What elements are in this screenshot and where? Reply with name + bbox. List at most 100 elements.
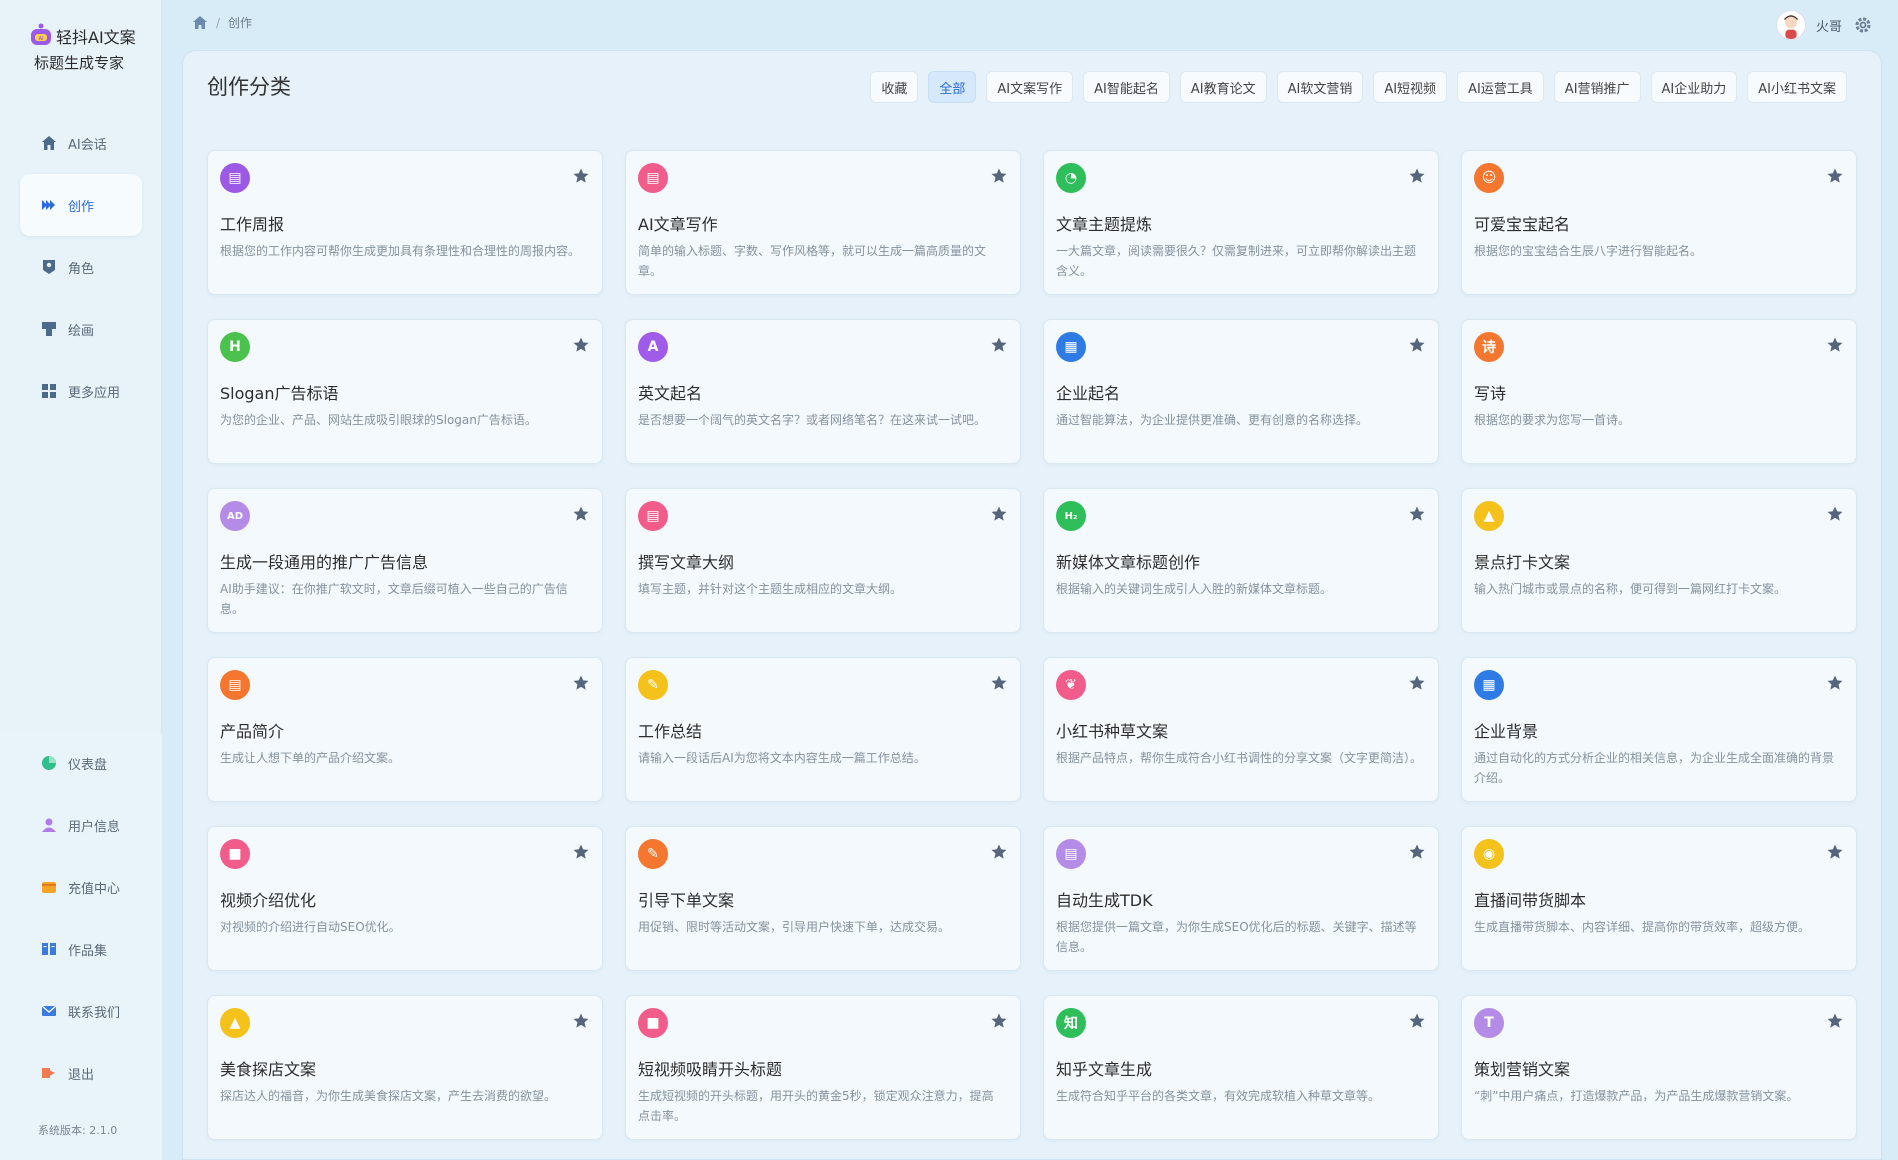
robot-logo-icon: AI: [31, 23, 51, 45]
star-icon[interactable]: [990, 843, 1008, 861]
filter-chip[interactable]: 全部: [928, 71, 977, 103]
page-title: 创作分类: [207, 75, 291, 99]
filter-chip[interactable]: AI文案写作: [986, 71, 1074, 103]
star-icon[interactable]: [572, 1012, 590, 1030]
star-icon[interactable]: [1408, 505, 1426, 523]
creation-card[interactable]: ▲ 景点打卡文案 输入热门城市或景点的名称，便可得到一篇网红打卡文案。: [1461, 488, 1857, 633]
creation-card[interactable]: ▦ 企业背景 通过自动化的方式分析企业的相关信息，为企业生成全面准确的背景介绍。: [1461, 657, 1857, 802]
card-description: 根据您的工作内容可帮你生成更加具有条理性和合理性的周报内容。: [220, 244, 581, 258]
star-icon[interactable]: [572, 336, 590, 354]
category-filters: 收藏 全部 AI文案写作 AI智能起名 AI教育论文 AI软文营销 AI短视频 AI运营工具 A…: [860, 71, 1847, 103]
creation-card[interactable]: H Slogan广告标语 为您的企业、产品、网站生成吸引眼球的Slogan广告标语。: [207, 319, 603, 464]
filter-chip[interactable]: AI营销推广: [1553, 71, 1641, 103]
slogan-icon: H: [220, 332, 250, 362]
dashboard-icon: [40, 754, 58, 772]
star-icon[interactable]: [1826, 336, 1844, 354]
star-icon[interactable]: [572, 843, 590, 861]
filter-chip[interactable]: AI软文营销: [1276, 71, 1364, 103]
star-icon[interactable]: [1826, 1012, 1844, 1030]
heading-icon: H₂: [1056, 501, 1086, 531]
card-title: Slogan广告标语: [220, 384, 339, 403]
star-icon[interactable]: [1826, 505, 1844, 523]
nav-item-apps[interactable]: 更多应用: [20, 360, 142, 422]
star-icon[interactable]: [1408, 1012, 1426, 1030]
gear-icon[interactable]: [1854, 16, 1872, 34]
nav-item-dashboard[interactable]: 仪表盘: [20, 732, 142, 794]
nav-item-label: 创作: [68, 199, 95, 215]
home-icon[interactable]: [192, 15, 208, 30]
star-icon[interactable]: [572, 674, 590, 692]
nav-item-logout[interactable]: 退出: [20, 1042, 142, 1104]
creation-card[interactable]: ❦ 小红书种草文案 根据产品特点，帮你生成符合小红书调性的分享文案（文字更简洁）。: [1043, 657, 1439, 802]
star-icon[interactable]: [1826, 843, 1844, 861]
filter-chip[interactable]: AI短视频: [1373, 71, 1448, 103]
nav-item-user[interactable]: 用户信息: [20, 794, 142, 856]
star-icon[interactable]: [572, 167, 590, 185]
filter-chip[interactable]: AI运营工具: [1457, 71, 1544, 103]
creation-card[interactable]: ◉ 直播间带货脚本 生成直播带货脚本、内容详细、提高你的带货效率，超级方便。: [1461, 826, 1857, 971]
nav-item-label: 用户信息: [68, 819, 121, 835]
user-name[interactable]: 火哥: [1816, 16, 1842, 35]
app-logo[interactable]: AI 轻抖AI文案 标题生成专家: [24, 18, 154, 78]
filter-chip[interactable]: AI教育论文: [1179, 71, 1267, 103]
star-icon[interactable]: [990, 167, 1008, 185]
star-icon[interactable]: [1408, 843, 1426, 861]
creation-card[interactable]: ✎ 引导下单文案 用促销、限时等活动文案，引导用户快速下单，达成交易。: [625, 826, 1021, 971]
filter-chip[interactable]: AI企业助力: [1650, 71, 1738, 103]
nav-item-wallet[interactable]: 充值中心: [20, 856, 142, 918]
card-title: 工作周报: [220, 215, 285, 234]
nav-item-book[interactable]: 作品集: [20, 918, 142, 980]
creation-card[interactable]: T 策划营销文案 “刺”中用户痛点，打造爆款产品，为产品生成爆款营销文案。: [1461, 995, 1857, 1140]
card-grid: ▤ 工作周报 根据您的工作内容可帮你生成更加具有条理性和合理性的周报内容。 ▤ AI文章…: [207, 150, 1857, 1140]
card-description: 请输入一段话后AI为您将文本内容生成一篇工作总结。: [638, 751, 926, 765]
star-icon[interactable]: [1408, 336, 1426, 354]
star-icon[interactable]: [990, 1012, 1008, 1030]
creation-card[interactable]: 诗写诗 根据您的要求为您写一首诗。: [1461, 319, 1857, 464]
star-icon[interactable]: [1408, 674, 1426, 692]
user-area: 火哥: [1775, 10, 1872, 40]
video-icon: ■: [220, 839, 250, 869]
creation-card[interactable]: AD 生成一段通用的推广广告信息 AI助手建议：在你推广软文时，文章后缀可植入一些自…: [207, 488, 603, 633]
nav-item-role[interactable]: 角色: [20, 236, 142, 298]
creation-card[interactable]: ◔ 文章主题提炼 一大篇文章，阅读需要很久？仅需复制进来，可立即帮你解读出主题含义。: [1043, 150, 1439, 295]
filter-chip[interactable]: AI小红书文案: [1747, 71, 1847, 103]
creation-card[interactable]: ▲ 美食探店文案 探店达人的福音，为你生成美食探店文案，产生去消费的欲望。: [207, 995, 603, 1140]
creation-card[interactable]: A 英文起名 是否想要一个阔气的英文名字？或者网络笔名？在这来试一试吧。: [625, 319, 1021, 464]
creation-card[interactable]: ▤ 撰写文章大纲 填写主题，并针对这个主题生成相应的文章大纲。: [625, 488, 1021, 633]
star-icon[interactable]: [572, 505, 590, 523]
creation-card[interactable]: ▤ 自动生成TDK 根据您提供一篇文章，为你生成SEO优化后的标题、关键字、描述等信…: [1043, 826, 1439, 971]
nav-item-label: 作品集: [68, 943, 108, 959]
nav-item-label: 角色: [68, 261, 95, 277]
nav-item-paint[interactable]: 绘画: [20, 298, 142, 360]
nav-item-home[interactable]: AI会话: [20, 112, 142, 174]
secondary-nav: 仪表盘用户信息充值中心作品集联系我们退出: [20, 732, 142, 1104]
card-description: 简单的输入标题、字数、写作风格等，就可以生成一篇高质量的文章。: [638, 244, 987, 278]
filter-chip[interactable]: AI智能起名: [1083, 71, 1170, 103]
avatar[interactable]: [1775, 10, 1806, 40]
card-title: 工作总结: [638, 722, 703, 741]
creation-card[interactable]: ▤ 工作周报 根据您的工作内容可帮你生成更加具有条理性和合理性的周报内容。: [207, 150, 603, 295]
nav-item-mail[interactable]: 联系我们: [20, 980, 142, 1042]
app-subtitle: 标题生成专家: [34, 54, 125, 72]
filter-chip[interactable]: 收藏: [870, 71, 919, 103]
star-icon[interactable]: [990, 336, 1008, 354]
star-icon[interactable]: [1826, 167, 1844, 185]
creation-card[interactable]: ■ 短视频吸睛开头标题 生成短视频的开头标题，用开头的黄金5秒，锁定观众注意力，提高…: [625, 995, 1021, 1140]
creation-card[interactable]: ▤ 产品简介 生成让人想下单的产品介绍文案。: [207, 657, 603, 802]
star-icon[interactable]: [990, 674, 1008, 692]
nav-item-label: 退出: [68, 1067, 95, 1083]
card-title: 短视频吸睛开头标题: [638, 1060, 783, 1079]
sprout-icon: ❦: [1056, 670, 1086, 700]
star-icon[interactable]: [990, 505, 1008, 523]
nav-item-create[interactable]: 创作: [20, 174, 142, 236]
creation-card[interactable]: 知知乎文章生成 生成符合知乎平台的各类文章，有效完成软植入种草文章等。: [1043, 995, 1439, 1140]
creation-card[interactable]: ✎ 工作总结 请输入一段话后AI为您将文本内容生成一篇工作总结。: [625, 657, 1021, 802]
creation-card[interactable]: ▦ 企业起名 通过智能算法，为企业提供更准确、更有创意的名称选择。: [1043, 319, 1439, 464]
creation-card[interactable]: ☺ 可爱宝宝起名 根据您的宝宝结合生辰八字进行智能起名。: [1461, 150, 1857, 295]
creation-card[interactable]: ▤ AI文章写作 简单的输入标题、字数、写作风格等，就可以生成一篇高质量的文章。: [625, 150, 1021, 295]
star-icon[interactable]: [1826, 674, 1844, 692]
creation-card[interactable]: H₂ 新媒体文章标题创作 根据输入的关键词生成引人入胜的新媒体文章标题。: [1043, 488, 1439, 633]
nav-item-label: AI会话: [68, 137, 107, 153]
creation-card[interactable]: ■ 视频介绍优化 对视频的介绍进行自动SEO优化。: [207, 826, 603, 971]
star-icon[interactable]: [1408, 167, 1426, 185]
